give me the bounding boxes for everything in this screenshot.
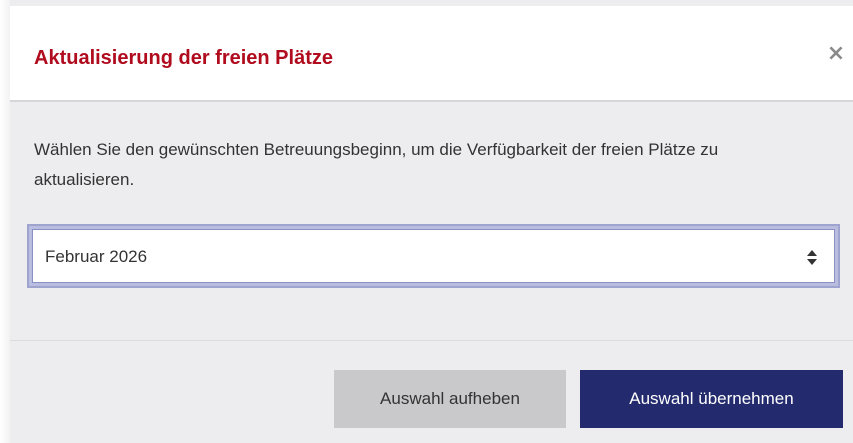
dialog-header: Aktualisierung der freien Plätze × — [10, 6, 853, 102]
start-month-select[interactable]: Februar 2026 — [27, 224, 840, 288]
apply-selection-button[interactable]: Auswahl übernehmen — [580, 370, 843, 428]
dialog-title: Aktualisierung der freien Plätze — [34, 47, 333, 69]
close-icon: × — [826, 41, 846, 66]
footer-divider — [10, 340, 853, 341]
close-button[interactable]: × — [824, 42, 848, 66]
select-box[interactable]: Februar 2026 — [32, 229, 835, 283]
dialog-description: Wählen Sie den gewünschten Betreuungsbeg… — [34, 140, 719, 189]
sort-arrows-icon — [807, 250, 817, 265]
modal-dialog: Aktualisierung der freien Plätze × Wähle… — [10, 0, 853, 443]
dialog-backdrop-edge — [0, 0, 10, 443]
clear-selection-button[interactable]: Auswahl aufheben — [334, 370, 566, 428]
select-value: Februar 2026 — [45, 247, 148, 266]
